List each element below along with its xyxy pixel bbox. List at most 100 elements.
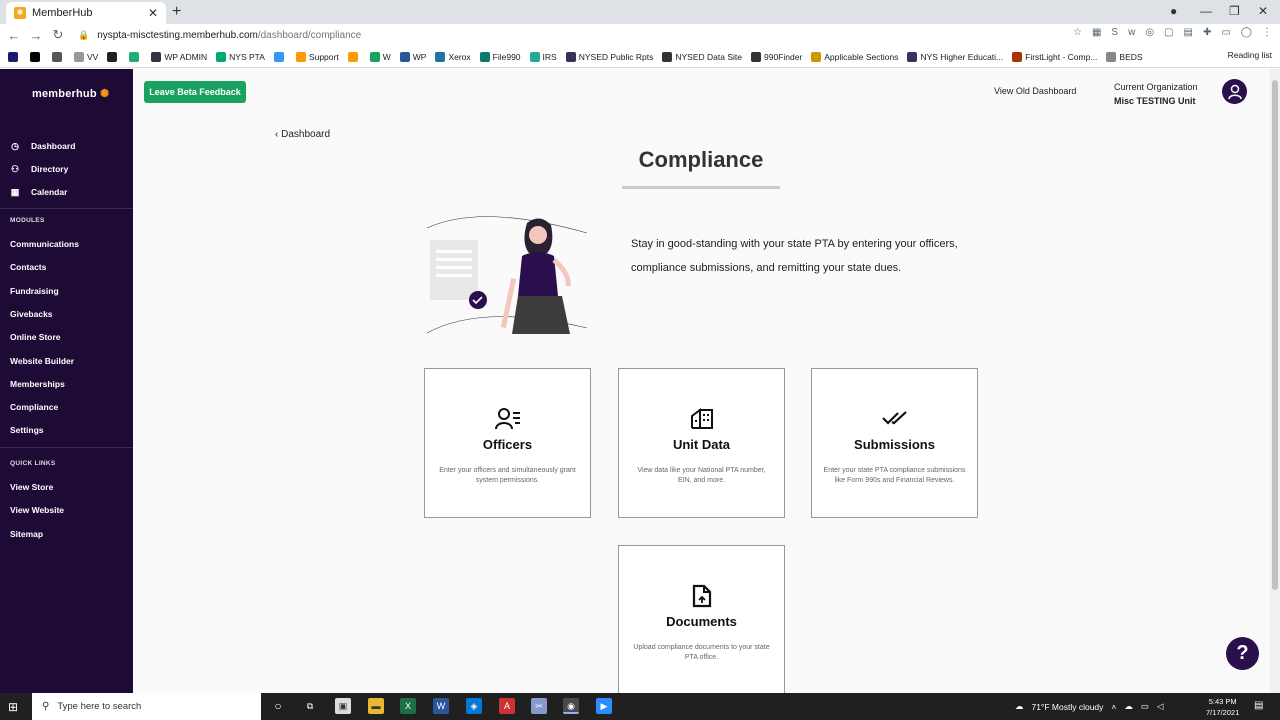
quick-link-sitemap[interactable]: Sitemap bbox=[10, 529, 43, 539]
notifications-icon[interactable]: ▤ bbox=[1254, 700, 1263, 711]
quick-link-view-store[interactable]: View Store bbox=[10, 482, 53, 492]
reading-list[interactable]: Reading list bbox=[1228, 50, 1272, 60]
bookmark-item[interactable]: Support bbox=[295, 51, 339, 62]
volume-icon[interactable]: ◁ bbox=[1157, 701, 1164, 712]
restore-icon[interactable]: ❐ bbox=[1229, 4, 1240, 18]
sidebar-item-fundraising[interactable]: Fundraising bbox=[10, 286, 59, 296]
close-tab-icon[interactable]: ✕ bbox=[148, 6, 158, 20]
help-button[interactable]: ? bbox=[1226, 637, 1259, 670]
onedrive-icon[interactable]: ☁ bbox=[1124, 701, 1133, 712]
bookmark-favicon-icon bbox=[129, 51, 140, 62]
network-icon[interactable]: ▭ bbox=[1141, 701, 1149, 712]
store-icon[interactable]: ▣ bbox=[335, 698, 351, 714]
leave-beta-feedback-button[interactable]: Leave Beta Feedback bbox=[144, 81, 246, 103]
bookmark-favicon-icon bbox=[151, 51, 162, 62]
minimize-icon[interactable]: — bbox=[1200, 4, 1212, 18]
back-to-dashboard-link[interactable]: ‹ Dashboard bbox=[275, 129, 330, 140]
snip-icon[interactable]: ✂ bbox=[531, 698, 547, 714]
bookmark-item[interactable] bbox=[347, 51, 361, 62]
bookmark-item[interactable] bbox=[273, 51, 287, 62]
excel-icon[interactable]: X bbox=[400, 698, 416, 714]
quick-link-view-website[interactable]: View Website bbox=[10, 505, 64, 515]
bookmark-item[interactable]: VV bbox=[74, 51, 98, 62]
weather-text[interactable]: 71°F Mostly cloudy bbox=[1032, 702, 1104, 712]
bookmark-item[interactable]: WP ADMIN bbox=[151, 51, 207, 62]
acrobat-icon[interactable]: A bbox=[499, 698, 515, 714]
cortana-icon[interactable]: ○ bbox=[270, 698, 286, 714]
browser-tab[interactable]: ✱ MemberHub ✕ bbox=[6, 2, 166, 24]
bookmark-item[interactable]: IRS bbox=[529, 51, 557, 62]
sidebar-item-online-store[interactable]: Online Store bbox=[10, 332, 61, 342]
sidebar-item-contacts[interactable]: Contacts bbox=[10, 262, 46, 272]
bookmark-item[interactable] bbox=[107, 51, 120, 62]
word-icon[interactable]: W bbox=[433, 698, 449, 714]
shield-icon[interactable]: ◈ bbox=[466, 698, 482, 714]
reload-icon[interactable]: ↻ bbox=[47, 27, 69, 43]
extension-icon[interactable]: S bbox=[1111, 27, 1118, 38]
file-explorer-icon[interactable]: ▬ bbox=[368, 698, 384, 714]
forward-icon[interactable]: → bbox=[25, 28, 47, 43]
sidebar-item-settings[interactable]: Settings bbox=[10, 425, 44, 435]
star-icon[interactable]: ☆ bbox=[1073, 27, 1082, 38]
documents-icon bbox=[619, 584, 784, 608]
sidebar-item-directory[interactable]: ⚇ Directory bbox=[10, 164, 68, 174]
address-bar[interactable]: 🔒 nyspta-misctesting.memberhub.com/dashb… bbox=[78, 24, 1078, 46]
extension-icon[interactable]: ▦ bbox=[1092, 27, 1101, 38]
puzzle-icon[interactable]: ✚ bbox=[1203, 27, 1211, 38]
sidebar-item-dashboard[interactable]: ◷ Dashboard bbox=[10, 141, 75, 151]
bookmark-item[interactable]: W bbox=[369, 51, 391, 62]
windows-start-icon[interactable]: ⊞ bbox=[8, 700, 18, 714]
menu-icon[interactable]: ⋮ bbox=[1262, 27, 1272, 38]
bookmark-item[interactable] bbox=[52, 51, 65, 62]
tab-title: MemberHub bbox=[32, 7, 93, 19]
profile-icon[interactable]: ◯ bbox=[1241, 27, 1252, 38]
user-avatar-icon[interactable] bbox=[1222, 79, 1247, 104]
new-tab-icon[interactable]: + bbox=[172, 3, 181, 21]
bookmark-item[interactable]: WP bbox=[399, 51, 426, 62]
extension-icon[interactable]: ▭ bbox=[1221, 27, 1230, 38]
bookmark-item[interactable]: NYS PTA bbox=[216, 51, 265, 62]
extension-icon[interactable]: ▤ bbox=[1184, 27, 1193, 38]
memberhub-logo[interactable]: memberhub ✺ bbox=[32, 87, 109, 100]
sidebar-item-compliance[interactable]: Compliance bbox=[10, 402, 58, 412]
card-unit-data[interactable]: Unit Data View data like your National PT… bbox=[618, 368, 785, 518]
extension-icon[interactable]: w bbox=[1128, 27, 1135, 38]
card-submissions[interactable]: Submissions Enter your state PTA complian… bbox=[811, 368, 978, 518]
taskbar-search-input[interactable]: ⚲ Type here to search bbox=[32, 693, 261, 720]
sidebar-item-memberships[interactable]: Memberships bbox=[10, 379, 65, 389]
scrollbar-thumb[interactable] bbox=[1272, 80, 1278, 590]
view-old-dashboard-link[interactable]: View Old Dashboard bbox=[994, 86, 1076, 96]
bookmark-favicon-icon bbox=[1106, 51, 1117, 62]
bookmark-item[interactable]: NYSED Data Site bbox=[662, 51, 742, 62]
bookmark-item[interactable] bbox=[129, 51, 142, 62]
extension-icon[interactable]: ▢ bbox=[1164, 27, 1173, 38]
bookmark-item[interactable]: 990Finder bbox=[750, 51, 802, 62]
sidebar-item-calendar[interactable]: ▦ Calendar bbox=[10, 187, 68, 197]
bookmark-item[interactable] bbox=[30, 51, 43, 62]
back-icon[interactable]: ← bbox=[3, 28, 25, 43]
bookmark-item[interactable]: BEDS bbox=[1106, 51, 1143, 62]
sidebar-item-givebacks[interactable]: Givebacks bbox=[10, 309, 53, 319]
bookmark-item[interactable]: NYS Higher Educati... bbox=[907, 51, 1003, 62]
bookmark-item[interactable]: NYSED Public Rpts bbox=[565, 51, 653, 62]
card-title: Documents bbox=[666, 614, 737, 629]
zoom-icon[interactable]: ▶ bbox=[596, 698, 612, 714]
task-view-icon[interactable]: ⧉ bbox=[302, 698, 318, 714]
card-documents[interactable]: Documents Upload compliance documents to … bbox=[618, 545, 785, 693]
card-officers[interactable]: Officers Enter your officers and simultan… bbox=[424, 368, 591, 518]
sidebar-item-website-builder[interactable]: Website Builder bbox=[10, 356, 74, 366]
bookmark-item[interactable]: FirstLight - Comp... bbox=[1012, 51, 1097, 62]
bookmark-item[interactable]: Xerox bbox=[435, 51, 471, 62]
clock[interactable]: 5:43 PM 7/17/2021 bbox=[1206, 696, 1239, 718]
bookmark-item[interactable]: File990 bbox=[479, 51, 521, 62]
bookmark-favicon-icon bbox=[907, 51, 918, 62]
bookmark-item[interactable]: Applicable Sections bbox=[811, 51, 898, 62]
bookmark-item[interactable] bbox=[8, 51, 21, 62]
sidebar-item-communications[interactable]: Communications bbox=[10, 239, 79, 249]
profile-dot-icon[interactable]: ● bbox=[1170, 4, 1177, 18]
chrome-icon[interactable]: ◉ bbox=[563, 698, 579, 714]
chevron-up-icon[interactable]: ˄ bbox=[1111, 702, 1116, 712]
window-close-icon[interactable]: ✕ bbox=[1258, 4, 1268, 18]
extension-icon[interactable]: ◎ bbox=[1145, 27, 1154, 38]
sidebar-item-label: Calendar bbox=[31, 187, 68, 197]
